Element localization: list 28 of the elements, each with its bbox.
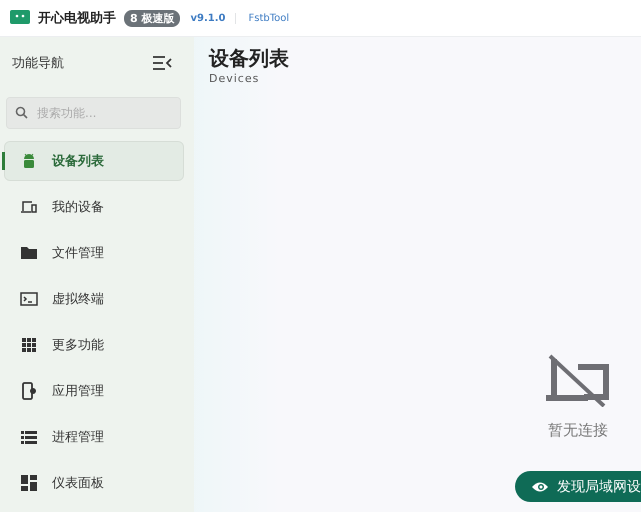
app-title: 开心电视助手 (38, 10, 116, 27)
nav-item[interactable]: 设备列表 (4, 141, 184, 181)
discover-button[interactable]: 发现局域网设 (515, 471, 641, 502)
nav-item[interactable]: 进程管理 (4, 417, 184, 457)
version-label: v9.1.0 (188, 12, 236, 24)
collapse-menu-icon[interactable] (152, 56, 172, 70)
grid-icon (20, 336, 38, 354)
folder-icon (20, 244, 38, 262)
list-icon (20, 428, 38, 446)
dashboard-icon (20, 474, 38, 492)
page-title: 设备列表 (209, 45, 290, 72)
search-field[interactable]: 搜索功能... (6, 97, 181, 129)
active-indicator (2, 152, 5, 170)
nav-item[interactable]: 仪表面板 (4, 463, 184, 503)
no-connection-icon (546, 353, 610, 407)
app-id-label: FstbTool (247, 12, 290, 24)
empty-state-text: 暂无连接 (548, 421, 608, 440)
nav-item[interactable]: 应用管理 (4, 371, 184, 411)
nav-item[interactable]: 文件管理 (4, 233, 184, 273)
app-logo-icon (10, 10, 30, 26)
edition-badge: 8 极速版 (124, 10, 180, 26)
nav-item[interactable]: 更多功能 (4, 325, 184, 365)
search-icon (15, 106, 28, 119)
nav-item[interactable]: 我的设备 (4, 187, 184, 227)
terminal-icon (20, 290, 38, 308)
nav-item[interactable]: 虚拟终端 (4, 279, 184, 319)
page-subtitle: Devices (209, 72, 260, 85)
sidebar-title: 功能导航 (12, 55, 64, 72)
